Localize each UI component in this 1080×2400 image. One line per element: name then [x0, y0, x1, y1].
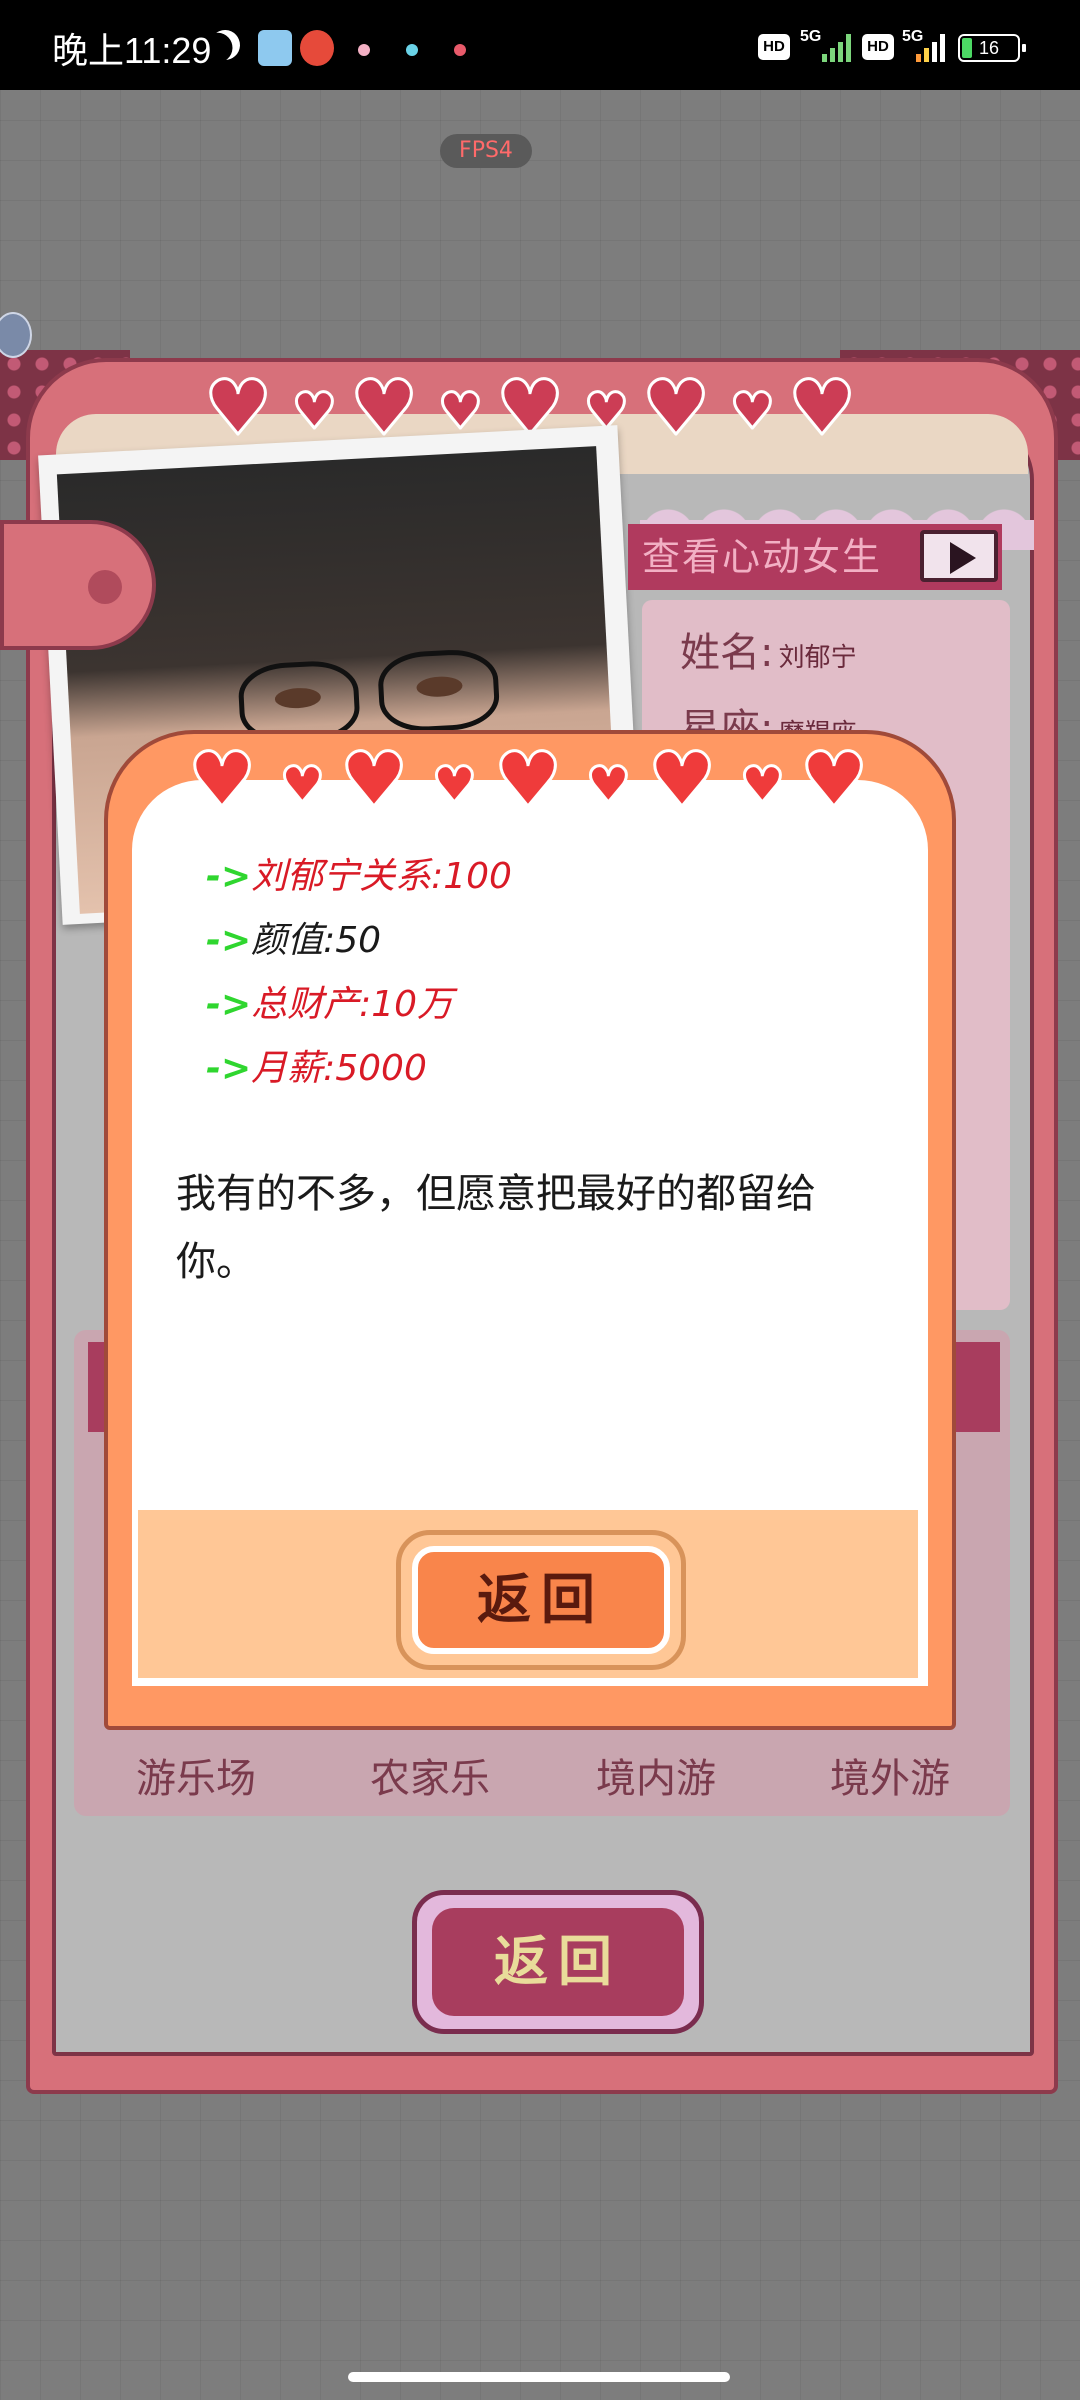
- stat-monthly-salary: ->月薪:5000: [206, 1048, 427, 1089]
- hd-badge: HD: [862, 34, 894, 60]
- moon-icon: [206, 26, 244, 64]
- notification-dot-icon: [406, 44, 418, 56]
- heart-icon: ♥: [798, 735, 869, 824]
- signal-icon: [916, 32, 950, 62]
- name-value: 刘郁宁: [778, 643, 857, 673]
- heart-icon: ♥: [202, 363, 273, 452]
- heart-icon: ♥: [431, 756, 479, 814]
- play-video-icon[interactable]: [920, 530, 998, 582]
- hd-badge: HD: [758, 34, 790, 60]
- notification-dot-icon: [454, 44, 466, 56]
- home-indicator[interactable]: [348, 2372, 730, 2382]
- heart-icon: ♥: [646, 735, 717, 824]
- app-notification-icon: [258, 30, 292, 66]
- alarm-icon: [300, 30, 334, 66]
- status-time: 晚上11:29: [52, 30, 212, 71]
- card-back-button[interactable]: 返回: [432, 1908, 684, 2016]
- stat-looks: ->颜值:50: [206, 920, 382, 961]
- heart-icon: ♥: [279, 756, 327, 814]
- battery-indicator: 16: [958, 34, 1026, 62]
- heart-icon: ♥: [348, 363, 419, 452]
- heart-icon: ♥: [338, 735, 409, 824]
- heart-icon: ♥: [437, 382, 485, 440]
- fps-counter: FPS4: [440, 134, 532, 168]
- return-button[interactable]: 返回: [412, 1546, 670, 1654]
- heart-icon: ♥: [739, 756, 787, 814]
- network-type: 5G: [800, 28, 822, 45]
- stat-total-assets: ->总财产:10万: [206, 984, 454, 1025]
- heart-icon: ♥: [291, 382, 339, 440]
- name-row: 姓名: 刘郁宁: [680, 630, 857, 676]
- destination-amusement-park[interactable]: 游乐场: [96, 1746, 296, 1804]
- heart-icon: ♥: [585, 756, 633, 814]
- side-tab-knob: [88, 570, 122, 604]
- signal-icon: [822, 32, 856, 62]
- heart-icon: ♥: [492, 735, 563, 824]
- heart-icon: ♥: [729, 382, 777, 440]
- status-bar: 晚上11:29 HD 5G HD 5G 16: [0, 0, 1080, 90]
- heart-icon: ♥: [786, 363, 857, 452]
- character-quote: 我有的不多，但愿意把最好的都留给你。: [176, 1171, 816, 1285]
- destination-farm-stay[interactable]: 农家乐: [330, 1746, 530, 1804]
- heart-icon: ♥: [186, 735, 257, 824]
- stat-relationship: ->刘郁宁关系:100: [206, 856, 512, 897]
- side-tab[interactable]: [0, 520, 156, 650]
- heart-icon: ♥: [640, 363, 711, 452]
- destination-overseas-trip[interactable]: 境外游: [790, 1746, 990, 1804]
- notification-dot-icon: [358, 44, 370, 56]
- destination-domestic-trip[interactable]: 境内游: [556, 1746, 756, 1804]
- name-label: 姓名: [680, 630, 760, 676]
